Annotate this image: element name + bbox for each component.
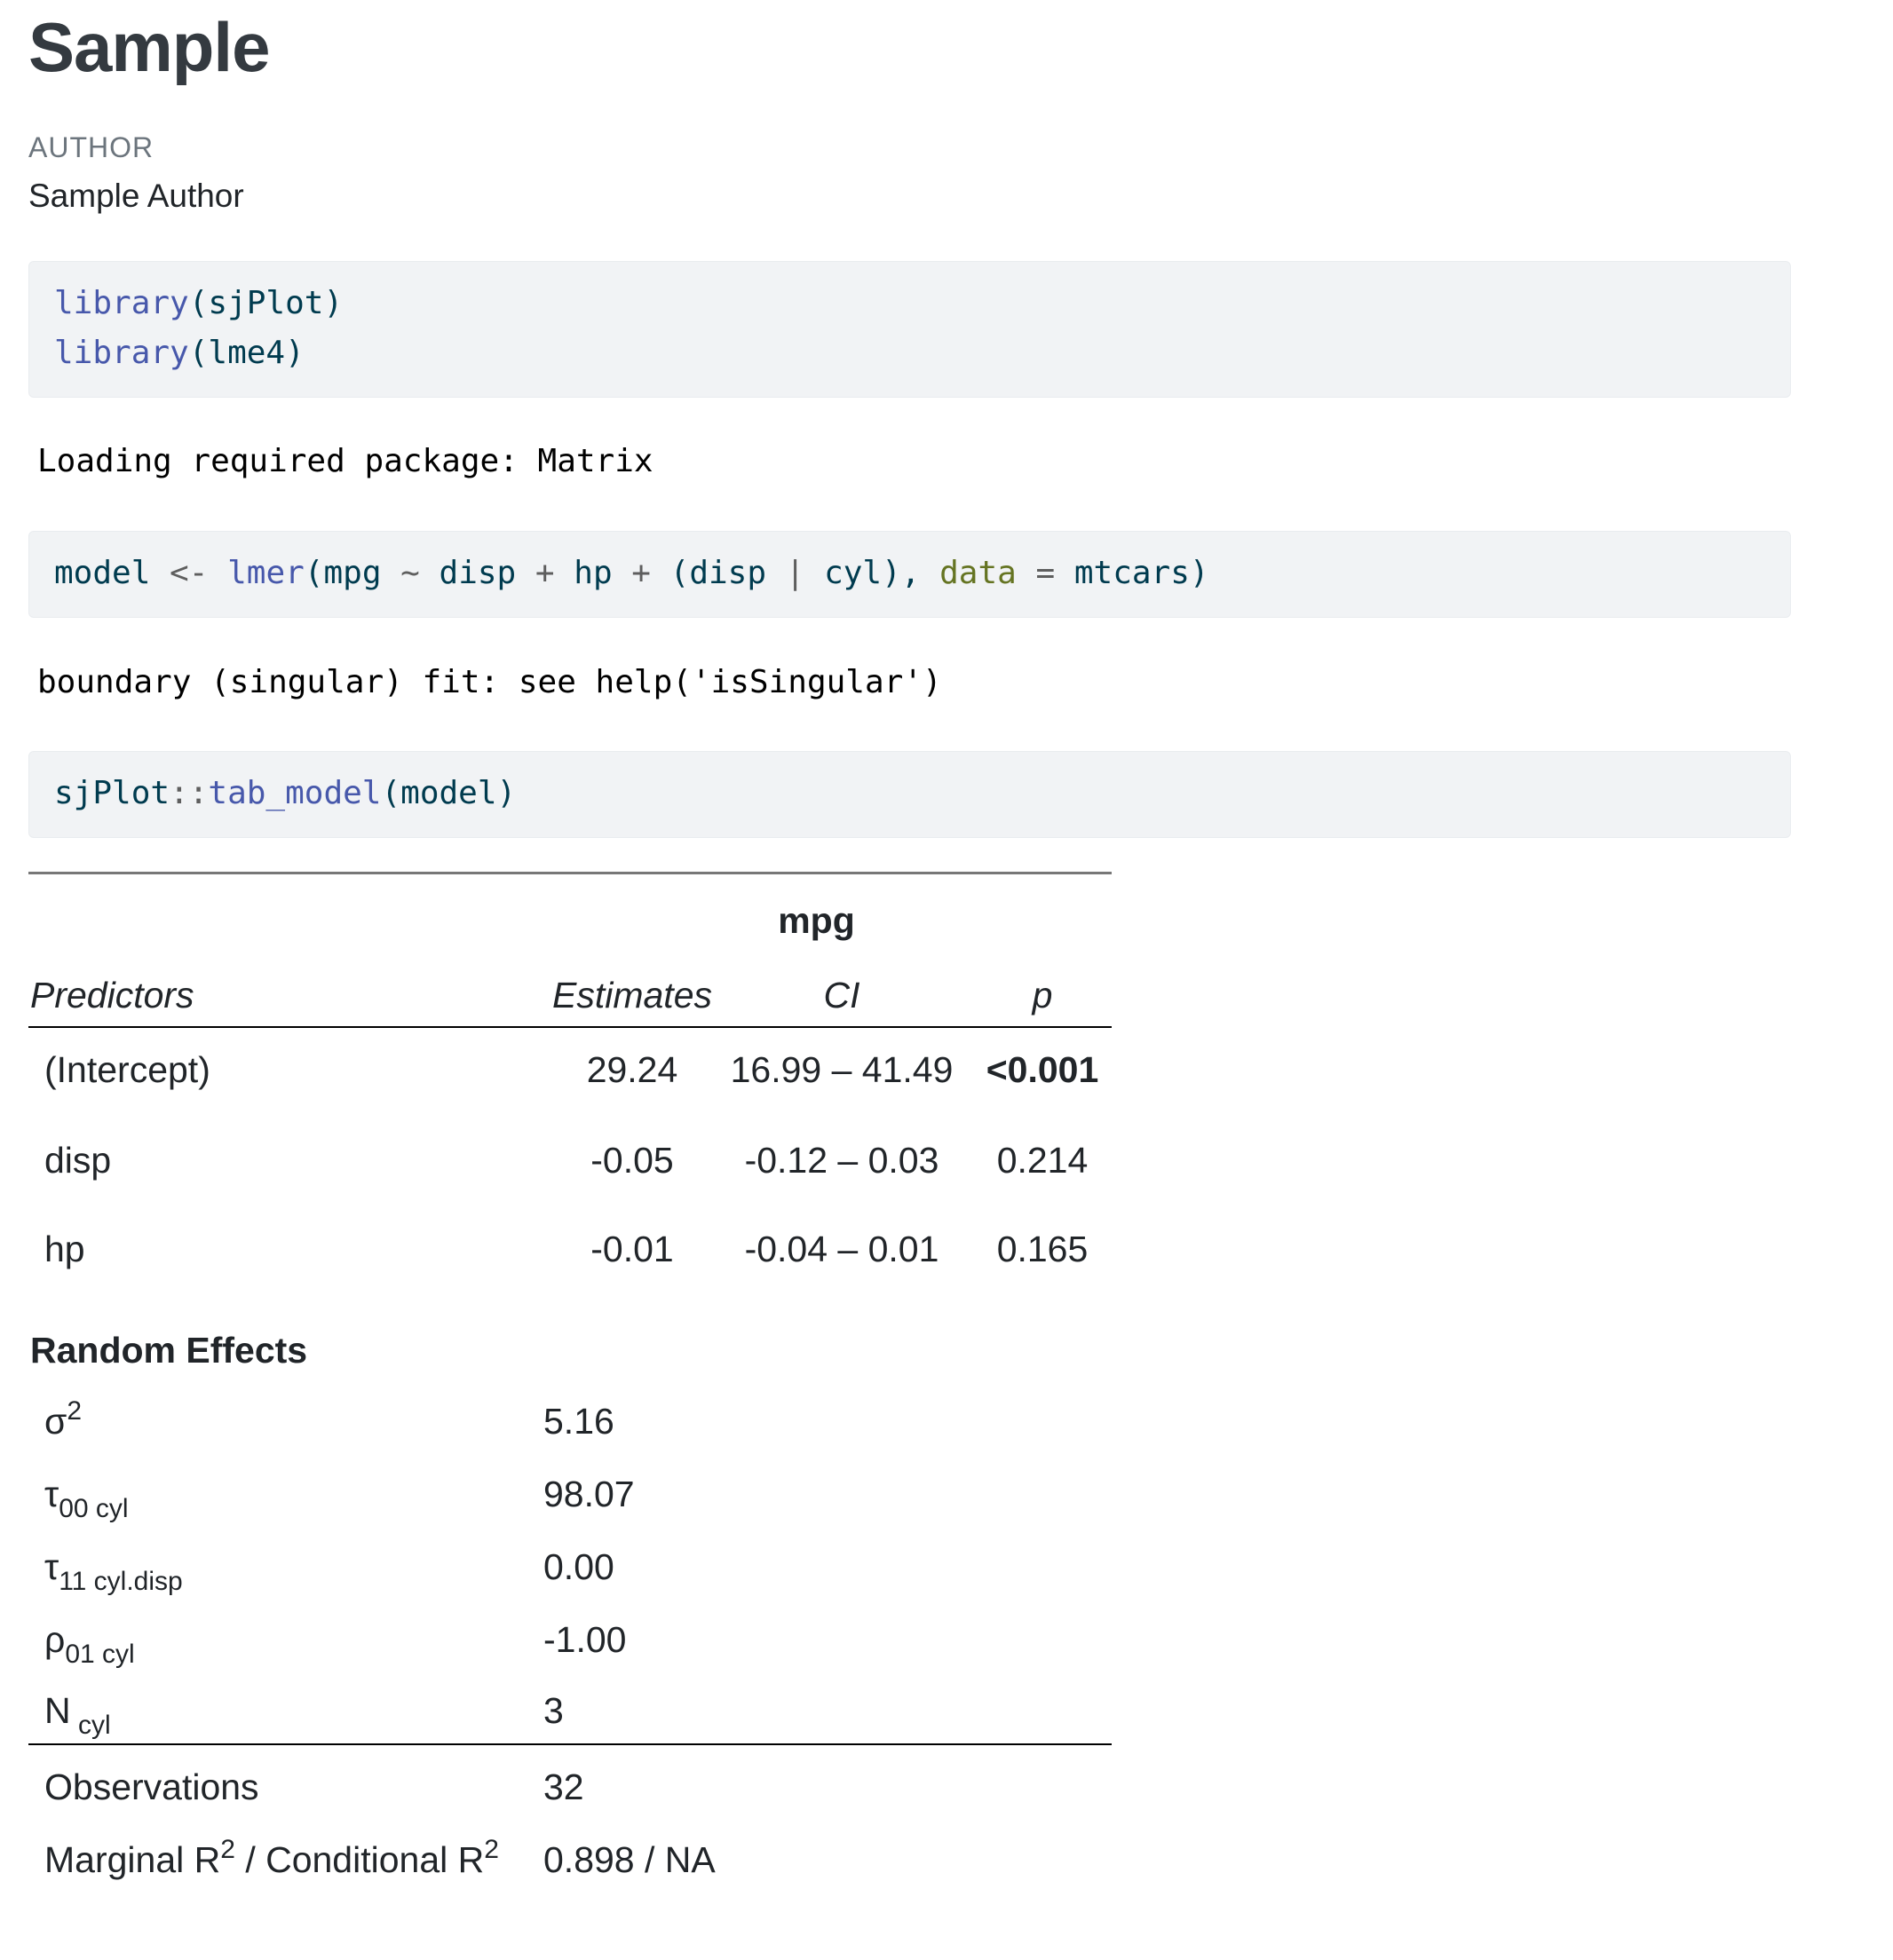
- code-token: (: [188, 335, 209, 371]
- predictor-label: (Intercept): [44, 1049, 210, 1090]
- subscript: cyl: [70, 1711, 111, 1740]
- random-effect-value: 98.07: [543, 1474, 635, 1514]
- ci-value: 16.99 – 41.49: [730, 1049, 954, 1090]
- symbol: σ: [44, 1401, 67, 1442]
- regression-table: mpg Predictors Estimates CI p (Intercept…: [28, 872, 1112, 1901]
- code-line: sjPlot::tab_model(model): [54, 769, 1790, 818]
- code-token: sjPlot: [54, 775, 170, 811]
- symbol: τ: [44, 1474, 59, 1514]
- code-token: (model): [381, 775, 517, 811]
- subscript: 01 cyl: [65, 1640, 135, 1669]
- random-effect-value: 3: [543, 1690, 564, 1731]
- console-output: boundary (singular) fit: see help('isSin…: [37, 664, 942, 700]
- author-label: AUTHOR: [28, 131, 154, 163]
- author-name: Sample Author: [28, 178, 244, 214]
- code-token: (: [188, 285, 209, 321]
- header-predictors: Predictors: [30, 975, 194, 1016]
- superscript: 2: [220, 1835, 235, 1864]
- code-operator: +: [631, 555, 651, 591]
- code-function: tab_model: [208, 775, 382, 811]
- symbol: ρ: [44, 1619, 66, 1660]
- dependent-variable-header: mpg: [778, 900, 855, 941]
- r2-value: 0.898 / NA: [543, 1839, 716, 1880]
- code-operator: +: [535, 555, 555, 591]
- code-operator: ~: [400, 555, 420, 591]
- table-summary-rule: [28, 1743, 1112, 1745]
- code-function: library: [54, 335, 189, 371]
- code-operator: =: [1035, 555, 1056, 591]
- p-value: 0.214: [996, 1140, 1089, 1181]
- code-token: mtcars): [1055, 555, 1209, 591]
- code-token: (disp: [650, 555, 786, 591]
- symbol: N: [44, 1690, 71, 1731]
- superscript: 2: [484, 1835, 499, 1864]
- ci-value: -0.04 – 0.01: [744, 1229, 939, 1269]
- observations-value: 32: [543, 1766, 584, 1807]
- predictor-label: disp: [44, 1140, 112, 1181]
- code-token: disp: [419, 555, 535, 591]
- p-value: 0.165: [996, 1229, 1089, 1269]
- observations-label: Observations: [44, 1766, 259, 1807]
- code-token: ): [285, 335, 305, 371]
- code-line: model <- lmer(mpg ~ disp + hp + (disp | …: [54, 549, 1790, 598]
- page-title: Sample: [28, 8, 270, 86]
- p-value: <0.001: [986, 1049, 1099, 1090]
- r2-label: Marginal R2 / Conditional R2: [44, 1835, 499, 1881]
- table-header-rule: [28, 1026, 1112, 1028]
- table-top-rule: [28, 872, 1112, 874]
- superscript: 2: [67, 1396, 82, 1426]
- code-function: library: [54, 285, 189, 321]
- r2-conditional-label: / Conditional R: [234, 1839, 485, 1880]
- subscript: 11 cyl.disp: [59, 1567, 183, 1596]
- predictor-label: hp: [44, 1229, 85, 1269]
- code-token: hp: [554, 555, 632, 591]
- code-operator: |: [785, 555, 805, 591]
- code-function: lmer: [227, 555, 305, 591]
- r2-marginal-label: Marginal R: [44, 1839, 221, 1880]
- code-block-libraries[interactable]: library(sjPlot) library(lme4): [28, 261, 1791, 398]
- random-effect-value: 0.00: [543, 1546, 614, 1587]
- random-effect-label: N cyl: [44, 1690, 111, 1740]
- code-token: ): [323, 285, 344, 321]
- header-p: p: [1032, 975, 1053, 1016]
- code-token: model: [54, 555, 170, 591]
- random-effect-label: τ11 cyl.disp: [44, 1546, 183, 1596]
- random-effects-heading: Random Effects: [30, 1330, 308, 1371]
- random-effect-label: τ00 cyl: [44, 1474, 129, 1523]
- symbol: τ: [44, 1546, 59, 1587]
- code-block-tab-model[interactable]: sjPlot::tab_model(model): [28, 751, 1791, 838]
- subscript: 00 cyl: [59, 1494, 129, 1523]
- code-line: library(lme4): [54, 328, 1790, 378]
- code-line: library(sjPlot): [54, 279, 1790, 328]
- code-operator: ::: [170, 775, 209, 811]
- code-operator: <-: [170, 555, 209, 591]
- random-effect-value: 5.16: [543, 1401, 614, 1442]
- ci-value: -0.12 – 0.03: [744, 1140, 939, 1181]
- random-effect-label: ρ01 cyl: [44, 1619, 135, 1669]
- console-output: Loading required package: Matrix: [37, 443, 653, 479]
- code-block-model[interactable]: model <- lmer(mpg ~ disp + hp + (disp | …: [28, 531, 1791, 618]
- random-effect-value: -1.00: [543, 1619, 627, 1660]
- code-argument: data: [939, 555, 1017, 591]
- code-token: sjPlot: [208, 285, 324, 321]
- code-token: cyl),: [804, 555, 940, 591]
- header-ci: CI: [823, 975, 860, 1016]
- code-token: lme4: [208, 335, 286, 371]
- random-effect-label: σ2: [44, 1396, 82, 1442]
- code-token: (mpg: [304, 555, 401, 591]
